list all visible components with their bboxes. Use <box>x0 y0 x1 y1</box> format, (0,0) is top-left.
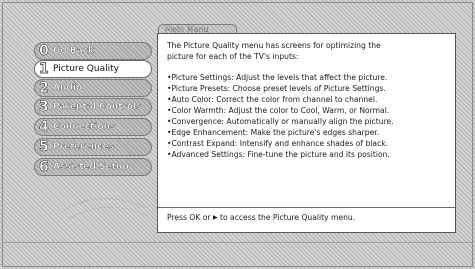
menu-item-number: 2 <box>39 80 49 97</box>
feature-text: Auto Color: Correct the color from chann… <box>171 95 378 104</box>
menu-item-number: 6 <box>39 159 49 176</box>
menu-item-preferences[interactable]: 5 Preferences <box>34 138 152 156</box>
menu-item-label: Parental Controls <box>53 102 142 112</box>
screen-bottom-line <box>3 242 472 243</box>
menu-item-number: 3 <box>39 99 49 116</box>
tv-menu-screen: 0 Go Back 1 Picture Quality 2 Audio 3 Pa… <box>0 0 475 269</box>
menu-item-number: 4 <box>39 119 49 136</box>
menu-item-number: 0 <box>39 43 49 60</box>
menu-item-label: Go Back <box>53 46 94 56</box>
panel-divider <box>158 207 455 208</box>
feature-text: Picture Presets: Choose preset levels of… <box>171 84 386 93</box>
feature-text: Convergence: Automatically or manually a… <box>171 117 394 126</box>
menu-item-connections[interactable]: 4 Connections <box>34 118 152 136</box>
menu-item-label: Picture Quality <box>53 64 119 74</box>
feature-item-edge-enhancement: •Edge Enhancement: Make the picture's ed… <box>167 128 379 138</box>
decorative-wave-icon <box>61 198 149 219</box>
feature-text: Advanced Settings: Fine-tune the picture… <box>171 150 390 159</box>
feature-item-color-warmth: •Color Warmth: Adjust the color to Cool,… <box>167 106 389 116</box>
right-triangle-arrow-icon: ▶ <box>212 214 218 221</box>
menu-item-go-back[interactable]: 0 Go Back <box>34 42 152 60</box>
panel-intro-line: picture for each of the TV's inputs: <box>167 52 299 61</box>
menu-item-audio[interactable]: 2 Audio <box>34 79 152 97</box>
hint-text-suffix: to access the Picture Quality menu. <box>220 213 356 222</box>
feature-text: Color Warmth: Adjust the color to Cool, … <box>171 106 390 115</box>
menu-item-parental-controls[interactable]: 3 Parental Controls <box>34 98 152 116</box>
menu-item-assisted-setup[interactable]: 6 Assisted Setup <box>34 158 152 176</box>
panel-intro-line: The Picture Quality menu has screens for… <box>167 41 381 50</box>
menu-item-label: Assisted Setup <box>53 162 129 172</box>
menu-item-label: Audio <box>53 83 83 93</box>
feature-item-contrast-expand: •Contrast Expand: Intensify and enhance … <box>167 139 388 149</box>
feature-item-picture-settings: •Picture Settings: Adjust the levels tha… <box>167 73 387 83</box>
feature-item-advanced-settings: •Advanced Settings: Fine-tune the pictur… <box>167 150 390 160</box>
menu-item-label: Preferences <box>53 142 114 152</box>
feature-text: Picture Settings: Adjust the levels that… <box>171 73 388 82</box>
feature-item-picture-presets: •Picture Presets: Choose preset levels o… <box>167 84 386 94</box>
feature-item-convergence: •Convergence: Automatically or manually … <box>167 117 394 127</box>
menu-item-picture-quality[interactable]: 1 Picture Quality <box>34 60 152 78</box>
panel-hint: Press OK or ▶ to access the Picture Qual… <box>167 213 355 223</box>
feature-text: Edge Enhancement: Make the picture's edg… <box>171 128 380 137</box>
feature-text: Contrast Expand: Intensify and enhance s… <box>171 139 389 148</box>
hint-text-prefix: Press OK or <box>167 213 211 222</box>
feature-item-auto-color: •Auto Color: Correct the color from chan… <box>167 95 377 105</box>
menu-item-number: 1 <box>39 61 49 78</box>
menu-item-number: 5 <box>39 139 49 156</box>
menu-item-label: Connections <box>53 122 116 132</box>
